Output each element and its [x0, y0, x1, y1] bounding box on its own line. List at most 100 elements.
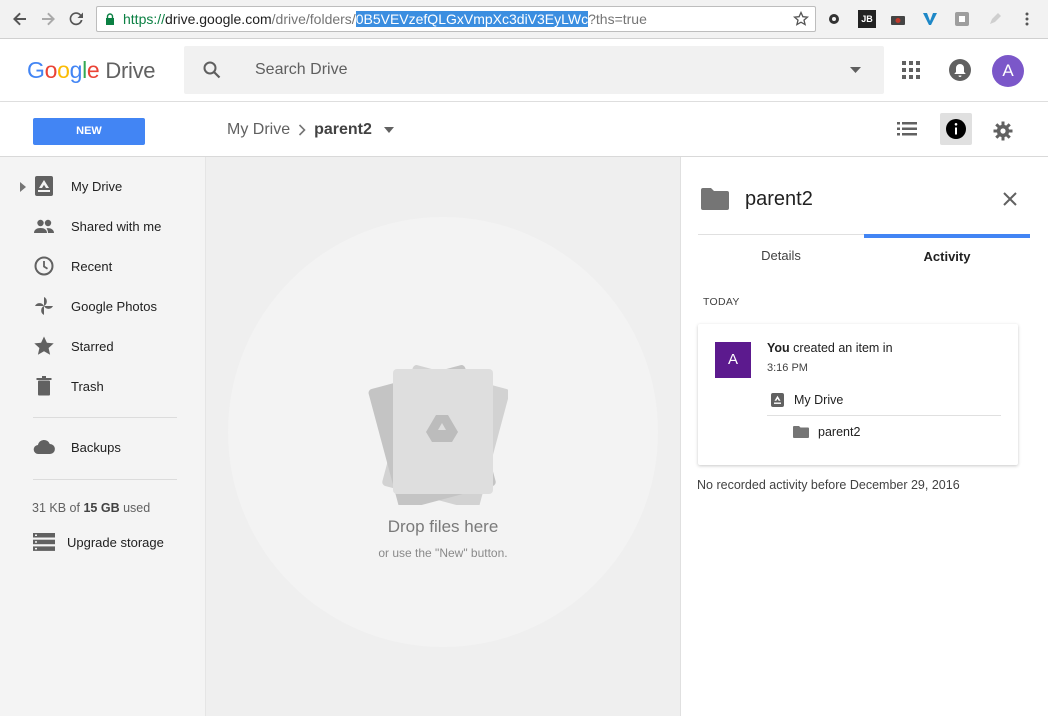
sidebar-item-label: Backups [71, 440, 121, 455]
browser-menu-icon[interactable] [1018, 10, 1036, 28]
extension-jb-icon[interactable]: JB [858, 10, 876, 28]
sidebar-divider [33, 417, 177, 418]
account-avatar[interactable]: A [992, 55, 1024, 87]
drive-icon [35, 176, 53, 196]
activity-description: You created an item in [767, 341, 893, 355]
url-query: ?ths=true [588, 11, 647, 27]
back-arrow-icon [13, 12, 26, 26]
activity-actor: You [767, 341, 790, 355]
sidebar-divider [33, 479, 177, 480]
activity-time: 3:16 PM [767, 362, 808, 374]
chevron-right-icon [299, 124, 306, 136]
sidebar-item-label: Starred [71, 339, 114, 354]
sidebar-item-trash[interactable]: Trash [0, 368, 206, 404]
view-details-button[interactable] [940, 113, 972, 145]
search-icon[interactable] [202, 60, 222, 80]
folder-menu-dropdown-icon[interactable] [384, 126, 395, 133]
tab-details[interactable]: Details [698, 234, 864, 276]
extension-camera-icon[interactable] [889, 10, 907, 28]
drive-icon [771, 393, 784, 407]
sidebar-item-recent[interactable]: Recent [0, 248, 206, 284]
reload-icon [69, 12, 83, 26]
activity-card: A You created an item in 3:16 PM My Driv… [698, 324, 1018, 465]
extension-pen-icon[interactable] [986, 10, 1004, 28]
file-list-area[interactable]: Drop files here or use the "New" button. [206, 157, 680, 716]
info-icon [946, 119, 966, 139]
url-text: https://drive.google.com/drive/folders/0… [123, 7, 647, 31]
activity-action: created an item in [793, 341, 893, 355]
drop-files-illustration-icon [368, 365, 508, 505]
close-icon[interactable] [999, 188, 1021, 210]
url-scheme: https:// [123, 11, 166, 27]
storage-suffix: used [123, 501, 151, 515]
settings-gear-icon[interactable] [993, 121, 1013, 146]
sidebar-item-google-photos[interactable]: Google Photos [0, 288, 206, 324]
forward-button[interactable] [37, 8, 59, 30]
storage-used: 31 KB [32, 501, 67, 515]
storage-usage-text: 31 KB of 15 GB used [32, 501, 150, 515]
apps-grid-icon[interactable] [901, 60, 921, 85]
breadcrumb: My Drive parent2 [227, 121, 395, 139]
drive-header: Google Drive Search Drive A [0, 39, 1048, 102]
address-bar[interactable]: https://drive.google.com/drive/folders/0… [96, 6, 816, 32]
storage-total: 15 GB [83, 501, 120, 515]
notifications-bell-icon[interactable] [948, 58, 972, 87]
sidebar-item-label: My Drive [71, 179, 123, 194]
search-options-dropdown-icon[interactable] [850, 67, 861, 73]
bookmark-star-icon[interactable] [793, 11, 809, 27]
search-input[interactable]: Search Drive [255, 61, 347, 79]
cloud-icon [33, 439, 55, 455]
sidebar: My Drive Shared with me Recent Google Ph… [0, 157, 206, 716]
sidebar-item-my-drive[interactable]: My Drive [0, 168, 206, 204]
sidebar-item-label: Trash [71, 379, 104, 394]
sidebar-item-backups[interactable]: Backups [0, 429, 206, 465]
breadcrumb-current-folder[interactable]: parent2 [314, 121, 372, 138]
tab-activity[interactable]: Activity [864, 234, 1030, 276]
activity-item-link[interactable]: parent2 [818, 425, 860, 439]
reload-button[interactable] [65, 8, 87, 30]
storage-of: of [69, 501, 80, 515]
no-activity-message: No recorded activity before December 29,… [697, 478, 960, 492]
pinwheel-icon [35, 297, 53, 315]
activity-divider [767, 415, 1001, 416]
list-view-icon[interactable] [897, 121, 917, 142]
activity-avatar: A [715, 342, 751, 378]
forward-arrow-icon [42, 12, 55, 26]
trash-icon [36, 376, 52, 396]
clock-icon [34, 256, 54, 276]
drop-files-subtitle: or use the "New" button. [378, 546, 508, 560]
people-icon [34, 219, 54, 233]
logo-google-text: Google [27, 57, 100, 83]
back-button[interactable] [9, 8, 31, 30]
storage-icon [33, 533, 55, 551]
activity-location-link[interactable]: My Drive [794, 393, 843, 407]
logo-drive-text: Drive [105, 58, 156, 83]
browser-toolbar: https://drive.google.com/drive/folders/0… [0, 0, 1048, 39]
sidebar-item-label: Google Photos [71, 299, 158, 314]
today-label: TODAY [703, 296, 740, 308]
upgrade-storage-link[interactable]: Upgrade storage [0, 524, 206, 560]
star-icon [34, 336, 54, 355]
sidebar-item-label: Recent [71, 259, 113, 274]
extension-gear-icon[interactable] [825, 10, 843, 28]
extension-v-icon[interactable] [921, 10, 939, 28]
url-path: /drive/folders/ [271, 11, 356, 27]
url-host: drive.google.com [165, 11, 272, 27]
sidebar-item-shared-with-me[interactable]: Shared with me [0, 208, 206, 244]
sidebar-item-starred[interactable]: Starred [0, 328, 206, 364]
breadcrumb-my-drive[interactable]: My Drive [227, 121, 290, 138]
panel-title: parent2 [745, 188, 813, 210]
lock-icon [106, 13, 114, 25]
url-selected-text: 0B5VEVzefQLGxVmpXc3diV3EyLWc [355, 11, 589, 27]
folder-icon [701, 188, 729, 210]
search-bar[interactable]: Search Drive [184, 46, 884, 94]
folder-icon [793, 426, 809, 438]
details-panel: parent2 Details Activity TODAY A You cre… [680, 157, 1048, 716]
new-button[interactable]: NEW [33, 118, 145, 145]
upgrade-storage-label: Upgrade storage [67, 535, 164, 550]
sidebar-item-label: Shared with me [71, 219, 162, 234]
drive-toolbar: NEW My Drive parent2 [0, 102, 1048, 157]
extension-square-icon[interactable] [953, 10, 971, 28]
drop-files-title: Drop files here [387, 517, 499, 536]
google-drive-logo[interactable]: Google Drive [27, 57, 156, 84]
